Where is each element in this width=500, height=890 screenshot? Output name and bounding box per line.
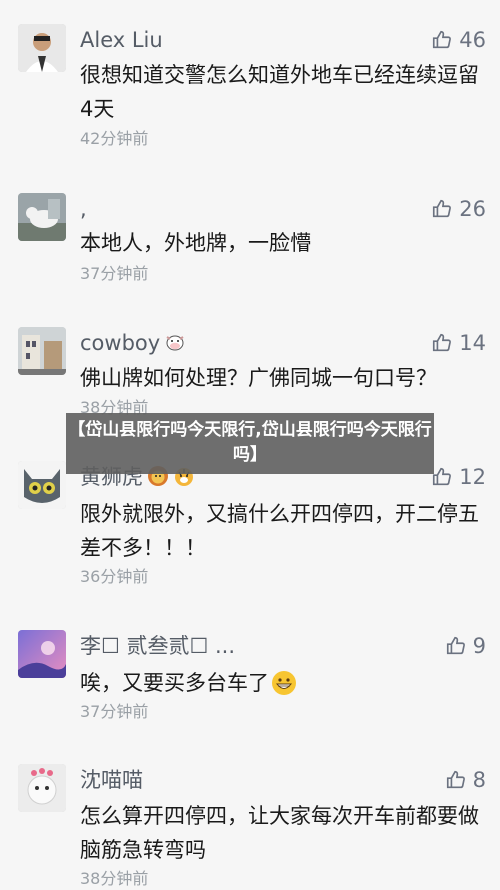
- commenter-name[interactable]: cowboy: [80, 329, 186, 357]
- avatar[interactable]: [18, 764, 66, 812]
- commenter-name[interactable]: 沈喵喵: [80, 766, 143, 794]
- like-count: 46: [459, 28, 486, 52]
- like-count: 9: [472, 634, 486, 658]
- thumbs-up-icon: [433, 333, 452, 352]
- comment-text: 唉，又要买多台车了: [80, 666, 485, 700]
- thumbs-up-icon: [433, 199, 452, 218]
- like-button[interactable]: 46: [431, 26, 486, 54]
- thumbs-up-icon: [433, 30, 452, 49]
- like-count: 26: [459, 197, 486, 221]
- like-count: 12: [459, 465, 486, 489]
- like-count: 8: [472, 768, 486, 792]
- comment-time: 42分钟前: [80, 129, 149, 148]
- commenter-name[interactable]: Alex Liu: [80, 26, 163, 54]
- cow-face-icon: [164, 331, 186, 353]
- commenter-name[interactable]: 李☐ 贰叁贰☐ ...: [80, 632, 235, 660]
- comment-text: 佛山牌如何处理？广佛同城一句口号？: [80, 366, 437, 390]
- comment-time: 37分钟前: [80, 264, 149, 283]
- comment-time: 37分钟前: [80, 702, 149, 721]
- comment-time: 38分钟前: [80, 869, 149, 888]
- avatar[interactable]: [18, 461, 66, 509]
- title-overlay-banner: 【岱山县限行吗今天限行,岱山县限行吗今天限行吗】: [66, 413, 434, 474]
- thumbs-up-icon: [446, 636, 465, 655]
- comment-text: 限外就限外，又搞什么开四停四，开二停五差不多！！！: [80, 502, 479, 560]
- like-button[interactable]: 26: [431, 195, 486, 223]
- grinning-face-icon: [271, 670, 297, 696]
- avatar[interactable]: [18, 630, 66, 678]
- like-button[interactable]: 14: [431, 329, 486, 357]
- avatar[interactable]: [18, 24, 66, 72]
- comment-text: 怎么算开四停四，让大家每次开车前都要做脑筋急转弯吗: [80, 804, 479, 862]
- avatar[interactable]: [18, 193, 66, 241]
- thumbs-up-icon: [433, 467, 452, 486]
- commenter-name[interactable]: ,: [80, 195, 87, 223]
- like-button[interactable]: 12: [431, 463, 486, 491]
- avatar[interactable]: [18, 327, 66, 375]
- comment-text-content: 唉，又要买多台车了: [80, 671, 269, 695]
- comment-time: 36分钟前: [80, 567, 149, 586]
- commenter-name-text: cowboy: [80, 331, 161, 355]
- thumbs-up-icon: [446, 770, 465, 789]
- like-button[interactable]: 8: [445, 766, 486, 794]
- comment-text: 很想知道交警怎么知道外地车已经连续逗留4天: [80, 63, 479, 121]
- comment-text: 本地人，外地牌，一脸懵: [80, 231, 311, 255]
- like-count: 14: [459, 331, 486, 355]
- like-button[interactable]: 9: [445, 632, 486, 660]
